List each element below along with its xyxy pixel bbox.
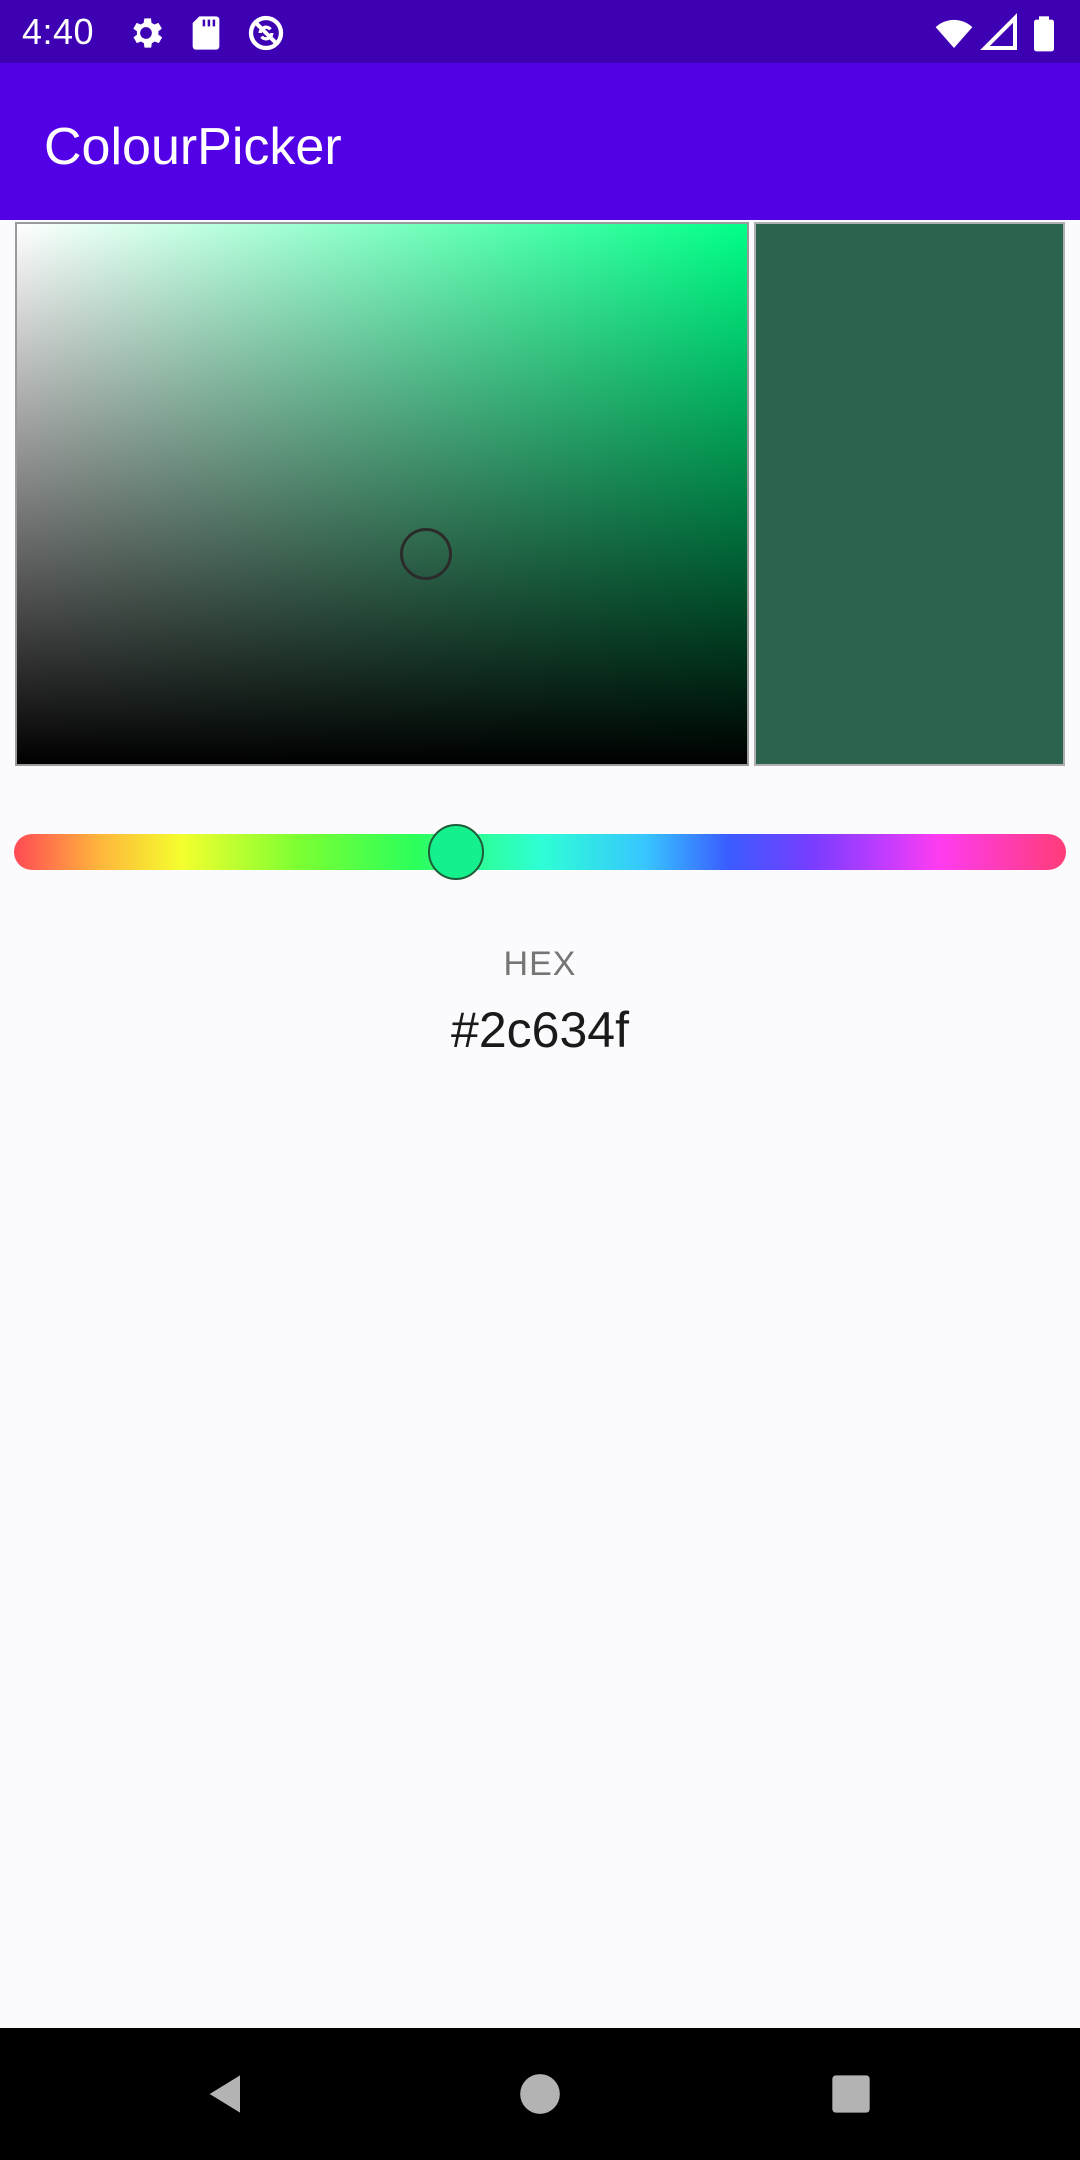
hex-label: HEX	[503, 945, 577, 983]
hue-slider-track[interactable]	[14, 834, 1066, 870]
hue-slider-thumb[interactable]	[427, 824, 484, 880]
battery-icon	[1034, 16, 1054, 52]
app-bar: ColourPicker	[0, 63, 1080, 220]
cell-signal-icon	[980, 13, 1017, 50]
recents-icon[interactable]	[823, 2066, 879, 2122]
wifi-icon	[935, 19, 973, 48]
sd-card-icon	[192, 16, 220, 50]
color-picker-content: HEX #2c634f	[0, 220, 1080, 2028]
hex-value: #2c634f	[451, 1002, 629, 1058]
status-time: 4:40	[22, 11, 95, 52]
status-bar: 4:40	[0, 0, 1080, 63]
color-selector-ring[interactable]	[400, 527, 453, 580]
navigation-bar	[0, 2028, 1080, 2160]
color-preview-swatch	[754, 222, 1065, 766]
back-icon[interactable]	[198, 2066, 254, 2122]
gear-icon	[133, 18, 163, 48]
saturation-value-panel[interactable]	[15, 222, 749, 766]
home-icon[interactable]	[512, 2066, 568, 2122]
no-sync-icon	[248, 15, 284, 51]
app-title: ColourPicker	[44, 118, 342, 176]
